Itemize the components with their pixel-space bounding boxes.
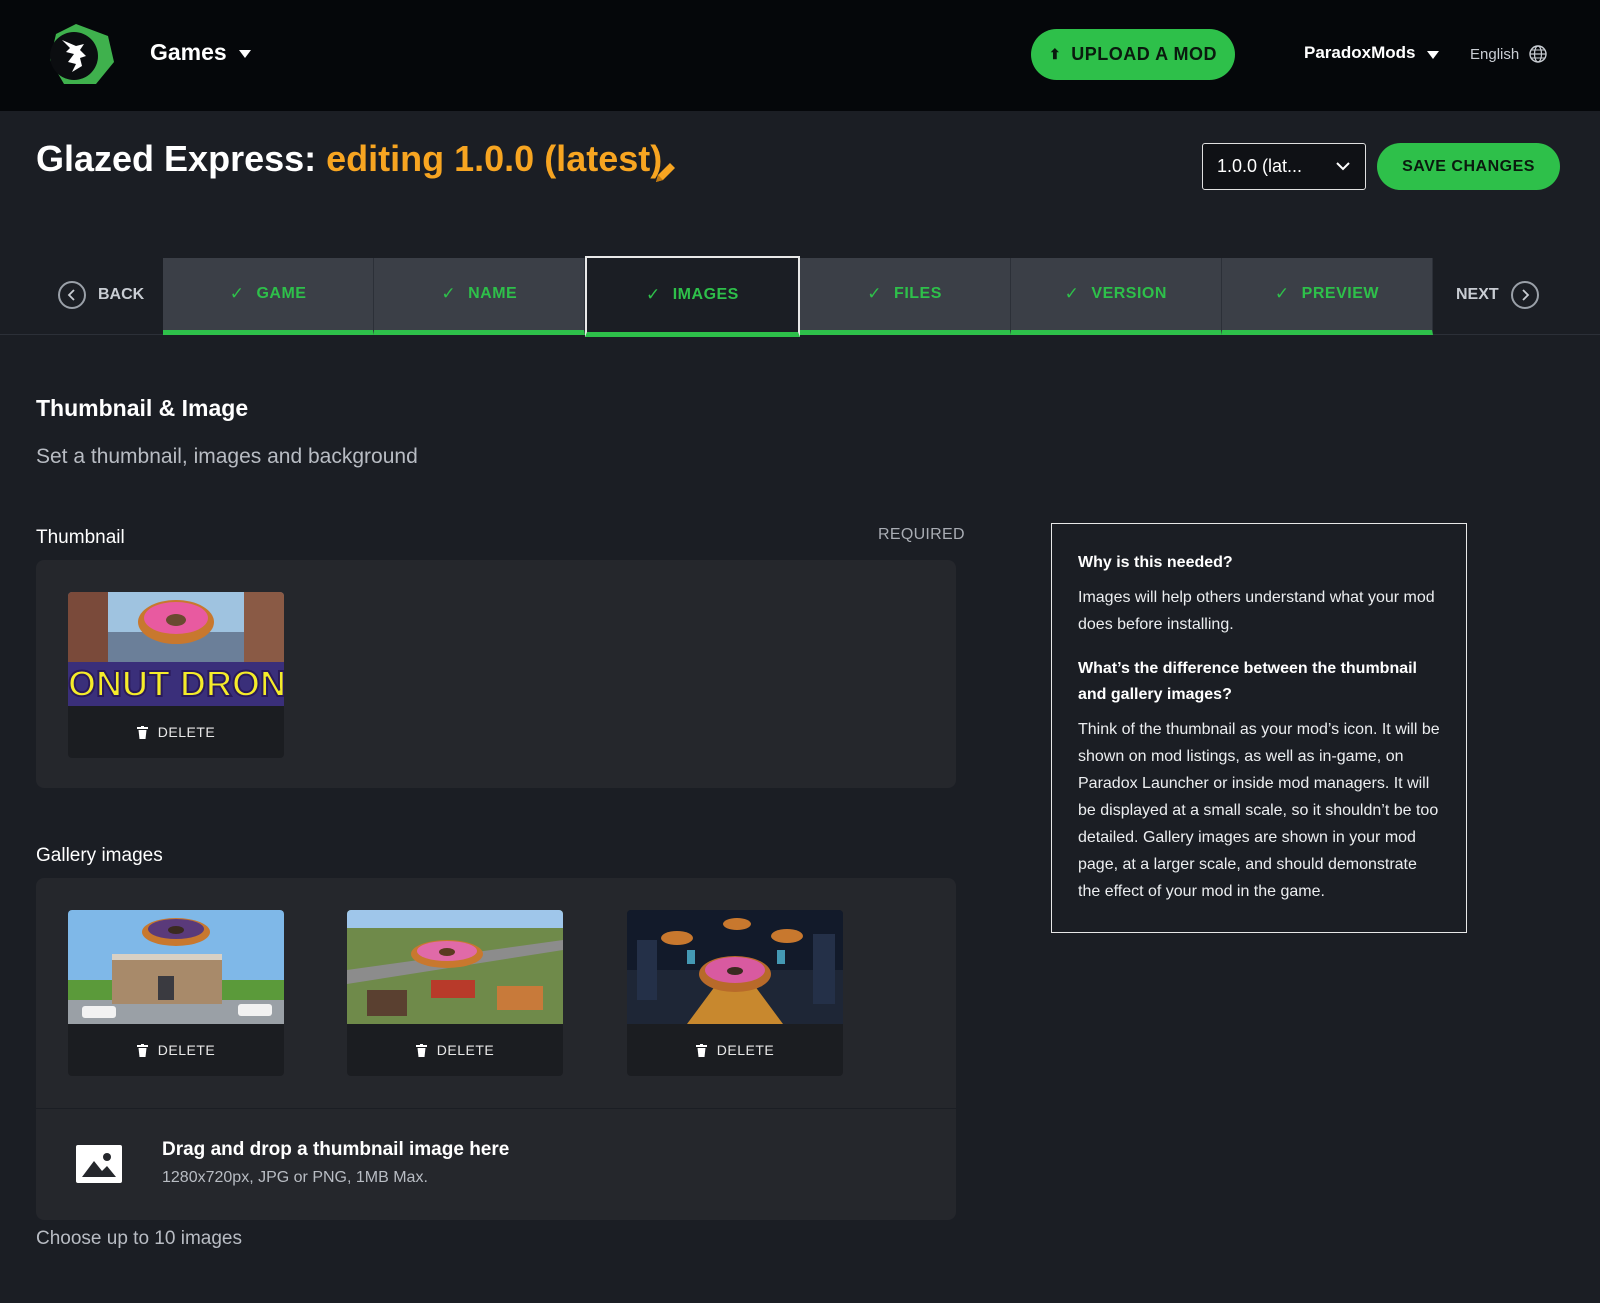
delete-label: DELETE — [157, 1042, 216, 1058]
tab-files[interactable]: ✓ FILES — [799, 258, 1011, 335]
user-name: ParadoxMods — [1304, 43, 1416, 62]
caret-down-icon — [238, 49, 251, 58]
upload-arrow-icon: ⬆ — [1049, 46, 1062, 62]
version-select[interactable]: 1.0.0 (lat... — [1202, 143, 1366, 190]
trash-icon — [136, 725, 148, 739]
trash-icon — [695, 1043, 707, 1057]
delete-label: DELETE — [716, 1042, 775, 1058]
dropzone-hint: 1280x720px, JPG or PNG, 1MB Max. — [162, 1169, 428, 1186]
delete-label: DELETE — [436, 1042, 495, 1058]
page-title: Glazed Express: editing 1.0.0 (latest) — [36, 138, 662, 180]
gallery-image-police-station[interactable] — [68, 910, 284, 1024]
image-icon — [76, 1145, 122, 1183]
tab-label: GAME — [256, 285, 307, 302]
thumbnail-image-text: DONUT DRONE — [68, 663, 284, 704]
next-button[interactable]: NEXT — [1456, 280, 1539, 310]
delete-gallery-image-button[interactable]: DELETE — [347, 1024, 563, 1076]
delete-gallery-image-button[interactable]: DELETE — [627, 1024, 843, 1076]
pencil-icon[interactable] — [652, 160, 678, 186]
check-icon: ✓ — [1064, 284, 1080, 303]
user-menu[interactable]: ParadoxMods — [1304, 38, 1440, 68]
help-answer-1: Images will help others understand what … — [1078, 589, 1435, 633]
thumbnail-panel: DONUT DRONE DELETE — [36, 560, 956, 788]
back-label: BACK — [98, 286, 145, 303]
globe-icon — [1529, 45, 1547, 63]
help-question-1: Why is this needed? — [1078, 554, 1233, 571]
check-icon: ✓ — [645, 285, 661, 304]
version-select-value: 1.0.0 (lat... — [1217, 156, 1303, 176]
trash-icon — [136, 1043, 148, 1057]
thumbnail-label: Thumbnail — [36, 527, 125, 548]
mod-name: Glazed Express: — [36, 138, 317, 179]
help-answer-2: Think of the thumbnail as your mod’s ico… — [1078, 721, 1440, 900]
tab-label: FILES — [894, 285, 942, 302]
gallery-label: Gallery images — [36, 845, 163, 866]
tab-preview[interactable]: ✓ PREVIEW — [1221, 258, 1434, 335]
tab-version[interactable]: ✓ VERSION — [1010, 258, 1222, 335]
gallery-panel: DELETE DELETE DELETE — [36, 878, 956, 1108]
chevron-right-icon — [1510, 281, 1539, 309]
caret-down-icon — [1427, 50, 1440, 59]
section-subtitle: Set a thumbnail, images and background — [36, 445, 418, 468]
save-changes-button[interactable]: SAVE CHANGES — [1377, 143, 1560, 190]
tab-game[interactable]: ✓ GAME — [163, 258, 375, 335]
help-info-box: Why is this needed? Images will help oth… — [1051, 523, 1467, 933]
back-button[interactable]: BACK — [58, 280, 144, 310]
paradox-mods-logo[interactable] — [46, 22, 116, 88]
tab-label: PREVIEW — [1301, 285, 1379, 302]
language-selector[interactable]: English — [1470, 40, 1547, 68]
choose-images-hint: Choose up to 10 images — [36, 1228, 242, 1249]
gallery-card: DELETE — [627, 910, 843, 1076]
next-label: NEXT — [1456, 286, 1499, 303]
tab-label: VERSION — [1091, 285, 1167, 302]
delete-thumbnail-button[interactable]: DELETE — [68, 706, 284, 758]
editing-version-label: editing 1.0.0 (latest) — [326, 138, 663, 179]
check-icon: ✓ — [229, 284, 245, 303]
gallery-image-suburb[interactable] — [347, 910, 563, 1024]
top-navigation-bar: Games ⬆ UPLOAD A MOD ParadoxMods English — [0, 0, 1600, 111]
tab-label: NAME — [468, 285, 518, 302]
gallery-card: DELETE — [347, 910, 563, 1076]
thumbnail-image[interactable]: DONUT DRONE — [68, 592, 284, 706]
image-dropzone[interactable]: Drag and drop a thumbnail image here 128… — [36, 1108, 956, 1220]
gallery-card: DELETE — [68, 910, 284, 1076]
language-label: English — [1470, 45, 1520, 63]
tab-images[interactable]: ✓ IMAGES — [585, 256, 800, 337]
tab-name[interactable]: ✓ NAME — [374, 258, 586, 335]
games-menu[interactable]: Games — [150, 34, 251, 70]
games-menu-label: Games — [150, 38, 227, 65]
section-title: Thumbnail & Image — [36, 395, 249, 421]
gallery-image-night-city[interactable] — [627, 910, 843, 1024]
upload-mod-button[interactable]: ⬆ UPLOAD A MOD — [1031, 29, 1235, 80]
chevron-down-icon — [1336, 162, 1350, 171]
step-tabs: ✓ GAME ✓ NAME ✓ IMAGES ✓ FILES ✓ VERSION… — [163, 256, 1434, 337]
check-icon: ✓ — [1274, 284, 1290, 303]
dropzone-title: Drag and drop a thumbnail image here — [162, 1139, 510, 1160]
check-icon: ✓ — [441, 284, 457, 303]
tab-label: IMAGES — [672, 286, 739, 303]
check-icon: ✓ — [867, 284, 883, 303]
thumbnail-card: DONUT DRONE DELETE — [68, 592, 284, 758]
delete-label: DELETE — [157, 724, 216, 740]
chevron-left-icon — [58, 281, 86, 309]
delete-gallery-image-button[interactable]: DELETE — [68, 1024, 284, 1076]
upload-mod-label: UPLOAD A MOD — [1071, 44, 1217, 64]
help-question-2: What’s the difference between the thumbn… — [1078, 660, 1417, 703]
trash-icon — [415, 1043, 427, 1057]
required-badge: REQUIRED — [878, 526, 965, 543]
